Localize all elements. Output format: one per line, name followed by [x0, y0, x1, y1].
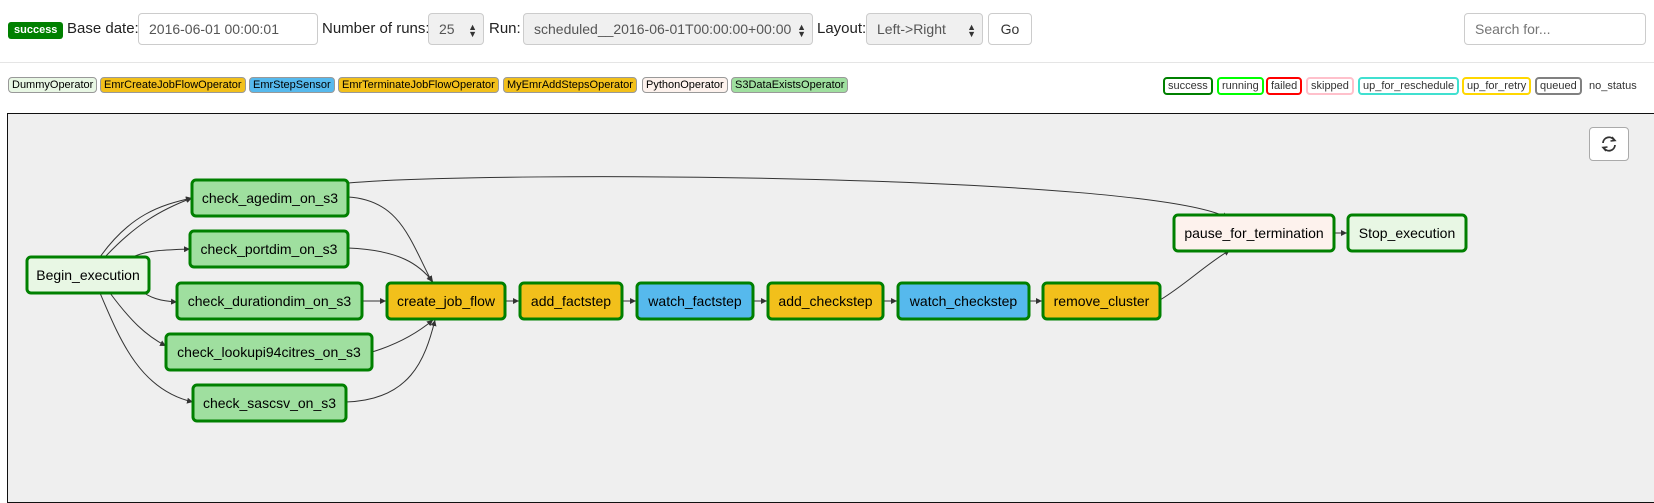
- task-node-label: remove_cluster: [1054, 293, 1150, 309]
- task-node-watchfact[interactable]: watch_factstep: [635, 281, 755, 321]
- task-node-label: pause_for_termination: [1184, 225, 1323, 241]
- task-node-label: create_job_flow: [397, 293, 496, 309]
- graph-edge: [347, 176, 1229, 219]
- dag-graph: Begin_execution check_agedim_on_s3 check_p…: [25, 176, 1468, 423]
- task-node-watchcheck[interactable]: watch_checkstep: [896, 281, 1031, 321]
- task-node-addfact[interactable]: add_factstep: [518, 281, 624, 321]
- task-node-agedim[interactable]: check_agedim_on_s3: [190, 178, 350, 218]
- task-node-label: Stop_execution: [1359, 225, 1456, 241]
- task-node-addcheck[interactable]: add_checkstep: [766, 281, 885, 321]
- task-node-portdim[interactable]: check_portdim_on_s3: [188, 229, 350, 269]
- graph-edge: [347, 247, 434, 283]
- task-node-create[interactable]: create_job_flow: [385, 281, 507, 321]
- task-node-remove[interactable]: remove_cluster: [1041, 281, 1162, 321]
- task-node-label: add_checkstep: [778, 293, 872, 309]
- task-node-label: watch_factstep: [647, 293, 742, 309]
- graph-edge: [1159, 249, 1231, 301]
- task-node-label: Begin_execution: [36, 267, 140, 283]
- graph-nodes: Begin_execution check_agedim_on_s3 check_p…: [25, 178, 1468, 423]
- task-node-label: check_portdim_on_s3: [201, 241, 338, 257]
- graph-edge: [371, 319, 434, 353]
- graph-edge: [109, 292, 167, 347]
- task-node-label: watch_checkstep: [909, 293, 1018, 309]
- task-node-label: add_factstep: [531, 293, 611, 309]
- task-node-label: check_lookupi94citres_on_s3: [177, 344, 361, 360]
- task-node-begin[interactable]: Begin_execution: [25, 255, 151, 295]
- task-node-lookup[interactable]: check_lookupi94citres_on_s3: [164, 332, 374, 372]
- task-node-label: check_durationdim_on_s3: [188, 293, 352, 309]
- graph-edge: [104, 197, 193, 258]
- task-node-sascsv[interactable]: check_sascsv_on_s3: [191, 383, 348, 423]
- task-node-stop[interactable]: Stop_execution: [1346, 213, 1468, 253]
- task-node-label: check_sascsv_on_s3: [203, 395, 336, 411]
- task-node-pause[interactable]: pause_for_termination: [1172, 213, 1336, 253]
- graph-edge: [134, 246, 191, 257]
- task-node-durationdim[interactable]: check_durationdim_on_s3: [175, 281, 364, 321]
- task-node-label: check_agedim_on_s3: [202, 190, 338, 206]
- graph-edge: [347, 196, 433, 283]
